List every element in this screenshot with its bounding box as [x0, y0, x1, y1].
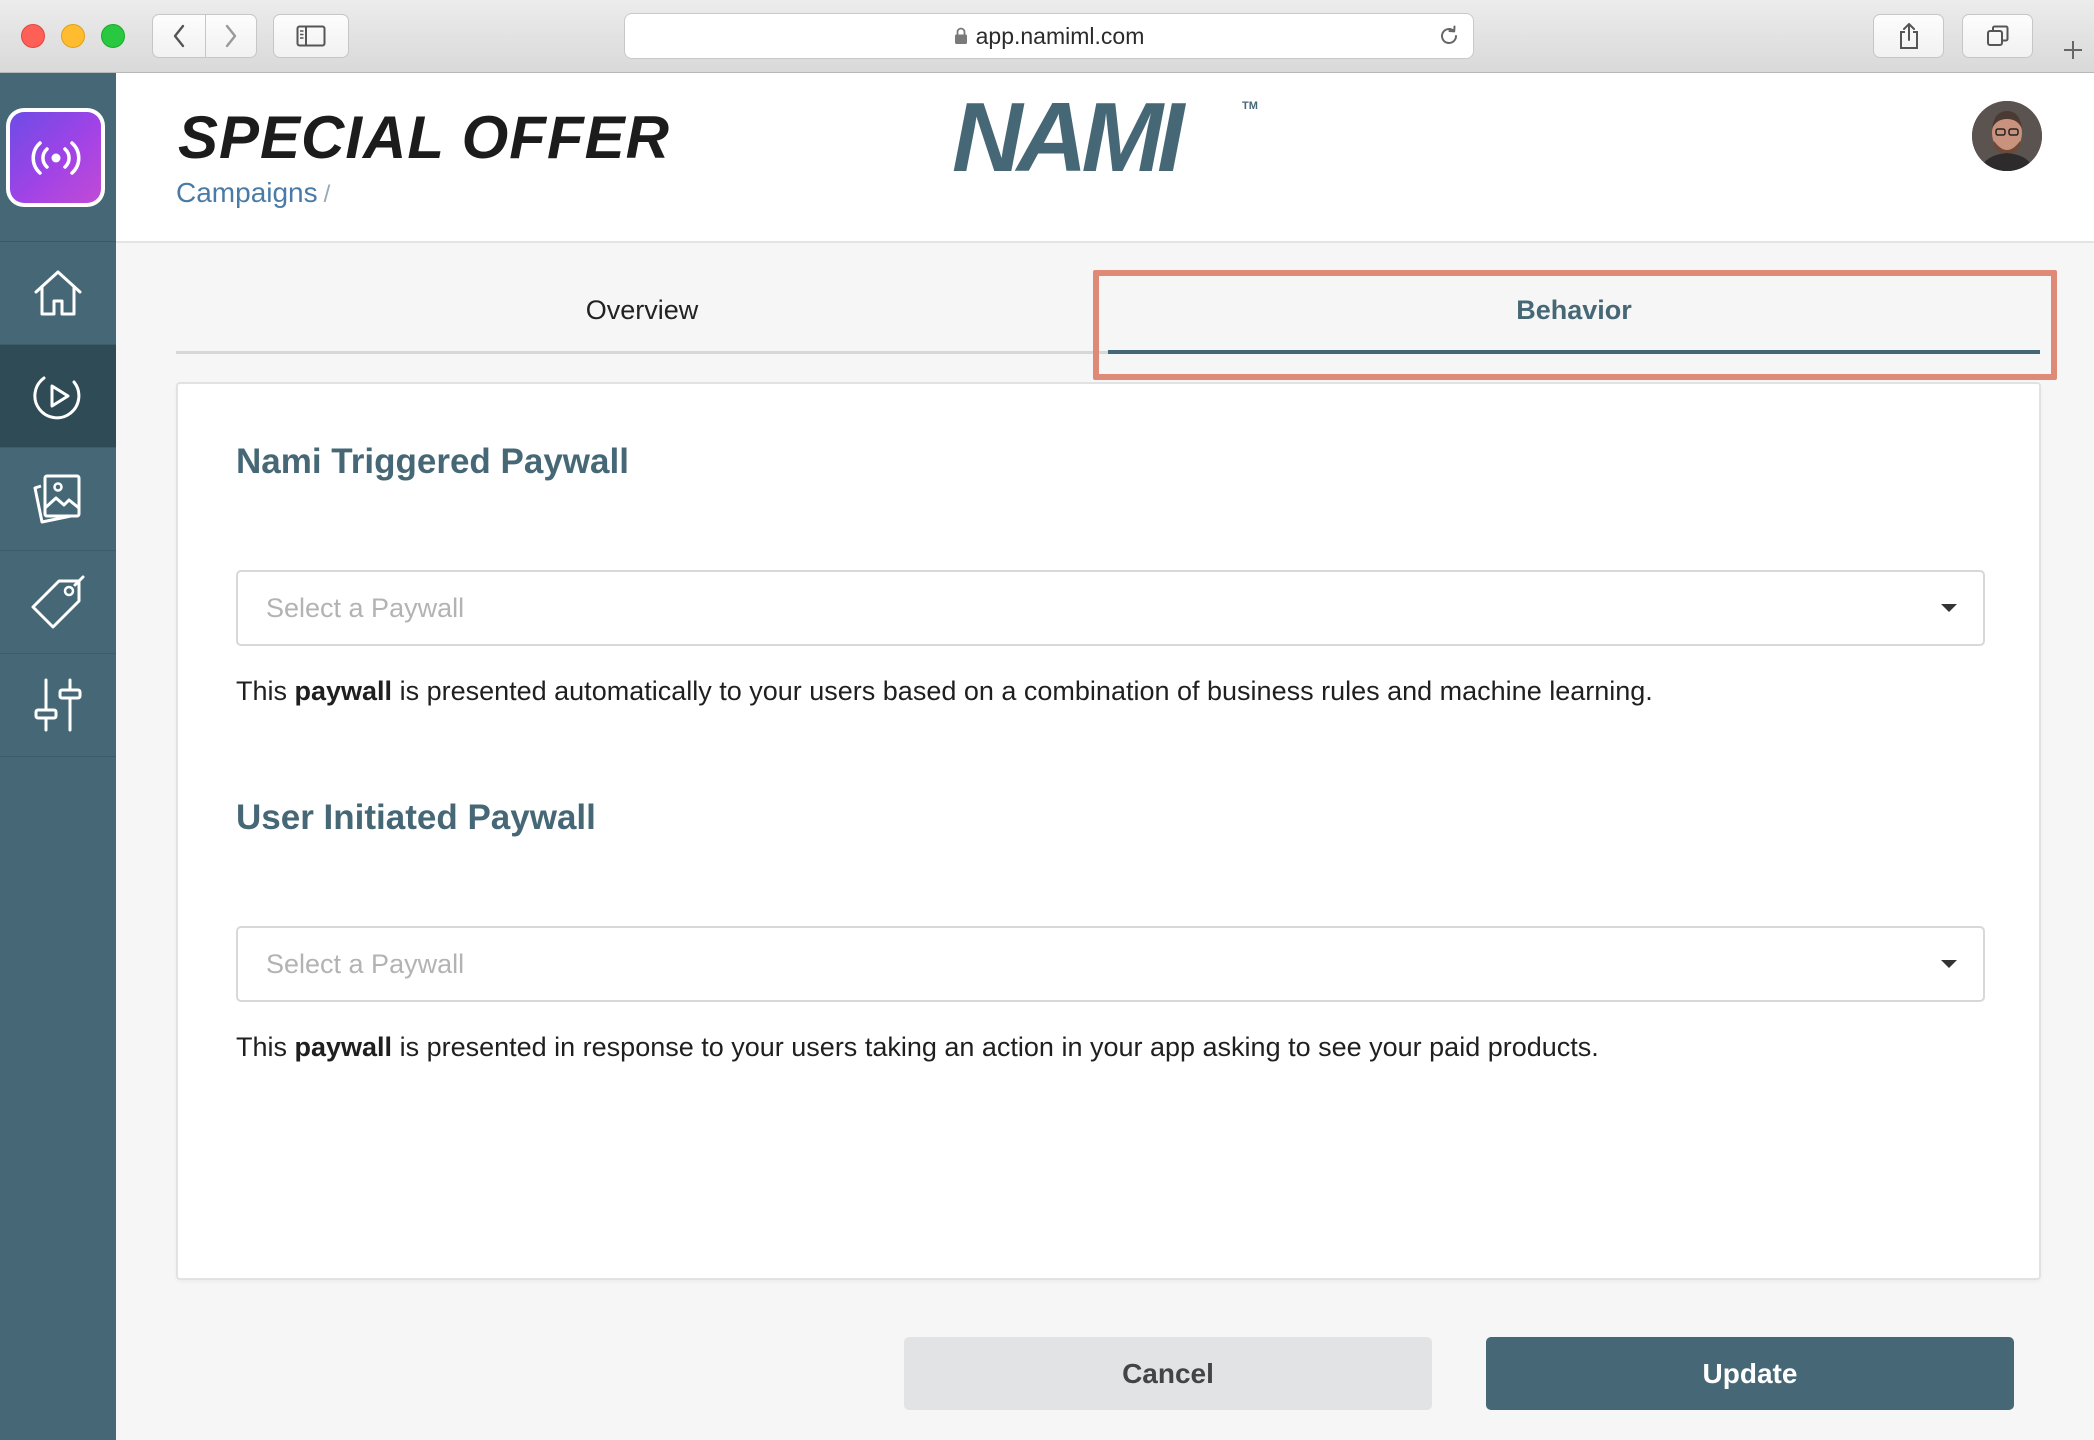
- left-nav-rail: [0, 73, 116, 1440]
- campaign-play-icon: [33, 376, 81, 420]
- nav-products[interactable]: [0, 551, 116, 654]
- behavior-card: Nami Triggered Paywall Select a Paywall …: [176, 382, 2041, 1280]
- history-nav: [152, 14, 257, 58]
- new-tab-button[interactable]: [2052, 28, 2094, 72]
- nav-home[interactable]: [0, 242, 116, 345]
- sidebar-toggle-button[interactable]: [273, 14, 349, 58]
- breadcrumb-campaigns-link[interactable]: Campaigns: [176, 177, 318, 208]
- share-button[interactable]: [1873, 14, 1944, 58]
- tabs-overview-icon: [1986, 25, 2008, 46]
- url-text: app.namiml.com: [975, 22, 1145, 49]
- triggered-paywall-placeholder: Select a Paywall: [266, 592, 465, 623]
- avatar-portrait: [1972, 101, 2042, 171]
- update-button[interactable]: Update: [1486, 1337, 2014, 1410]
- back-button[interactable]: [153, 15, 205, 57]
- tab-behavior[interactable]: Behavior: [1108, 270, 2040, 354]
- user-paywall-placeholder: Select a Paywall: [266, 948, 465, 979]
- chevron-right-icon: [225, 24, 236, 48]
- user-avatar[interactable]: [1972, 101, 2042, 171]
- cancel-button[interactable]: Cancel: [904, 1337, 1432, 1410]
- home-icon: [34, 270, 82, 316]
- zoom-window-button[interactable]: [101, 24, 125, 48]
- app-icon: [10, 112, 101, 203]
- desc-bold-text: paywall: [294, 1032, 393, 1062]
- page-header: SPECIAL OFFER Campaigns / NAMI TM: [116, 73, 2094, 243]
- user-paywall-select[interactable]: Select a Paywall: [236, 926, 1985, 1002]
- nami-logo: NAMI TM: [952, 95, 1258, 179]
- breadcrumb-separator: /: [323, 181, 331, 208]
- plus-icon: [2064, 41, 2082, 59]
- nav-campaigns[interactable]: [0, 345, 116, 448]
- desc-text: is presented in response to your users t…: [392, 1032, 1599, 1062]
- minimize-window-button[interactable]: [61, 24, 85, 48]
- settings-sliders-icon: [34, 678, 82, 732]
- desc-bold-text: paywall: [294, 676, 393, 706]
- triggered-paywall-description: This paywall is presented automatically …: [236, 676, 1653, 707]
- nav-settings[interactable]: [0, 654, 116, 757]
- user-paywall-description: This paywall is presented in response to…: [236, 1032, 1599, 1063]
- svg-text:NAMI: NAMI: [952, 95, 1186, 179]
- caret-down-icon: [1941, 604, 1957, 612]
- sidebar-icon: [296, 25, 326, 47]
- desc-text: is presented automatically to your users…: [392, 676, 1653, 706]
- paywall-images-icon: [33, 474, 81, 524]
- nav-paywalls[interactable]: [0, 448, 116, 551]
- forward-button[interactable]: [204, 15, 257, 57]
- tab-overview[interactable]: Overview: [176, 270, 1108, 354]
- user-paywall-title: User Initiated Paywall: [236, 798, 596, 837]
- close-window-button[interactable]: [21, 24, 45, 48]
- browser-toolbar: app.namiml.com: [0, 0, 2094, 73]
- share-icon: [1899, 23, 1918, 49]
- app-switcher-button[interactable]: [6, 108, 105, 207]
- triggered-paywall-title: Nami Triggered Paywall: [236, 442, 629, 481]
- broadcast-icon: [30, 140, 81, 175]
- products-tag-icon: [31, 575, 85, 629]
- triggered-paywall-select[interactable]: Select a Paywall: [236, 570, 1985, 646]
- show-tabs-button[interactable]: [1962, 14, 2033, 58]
- svg-text:TM: TM: [1242, 100, 1258, 112]
- address-bar[interactable]: app.namiml.com: [624, 13, 1474, 59]
- caret-down-icon: [1941, 960, 1957, 968]
- reload-icon[interactable]: [1437, 24, 1461, 48]
- desc-text: This: [236, 676, 295, 706]
- desc-text: This: [236, 1032, 295, 1062]
- page-title: SPECIAL OFFER: [178, 104, 670, 171]
- chevron-left-icon: [173, 24, 184, 48]
- breadcrumb: Campaigns /: [176, 177, 330, 209]
- lock-icon: [954, 27, 967, 44]
